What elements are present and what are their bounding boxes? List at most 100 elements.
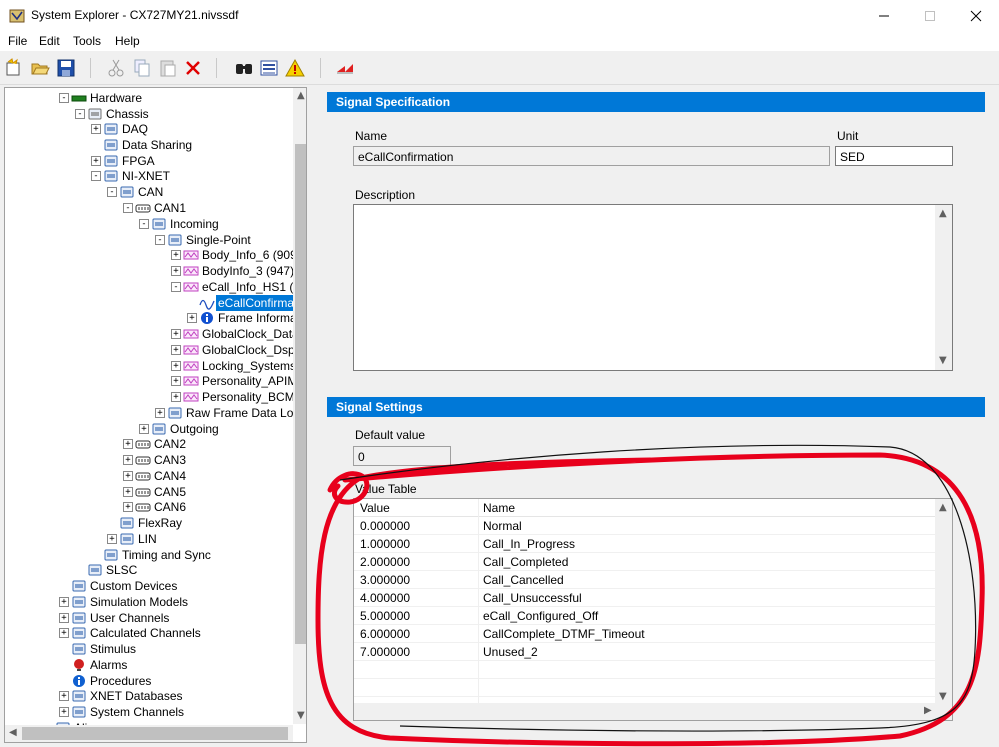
maximize-button[interactable] — [907, 0, 953, 31]
tree-hscroll-thumb[interactable] — [22, 727, 288, 740]
scroll-down-icon[interactable]: ▼ — [297, 710, 305, 721]
table-row[interactable]: 2.000000 Call_Completed — [354, 553, 936, 571]
expand-icon[interactable]: + — [59, 597, 69, 607]
expand-icon[interactable]: + — [171, 266, 181, 276]
slsc-icon — [88, 564, 102, 576]
tree-item-label: Raw Frame Data Log — [186, 406, 301, 420]
expand-icon[interactable]: + — [59, 613, 69, 623]
collapse-icon[interactable]: - — [59, 93, 69, 103]
tree-item-label: LIN — [138, 532, 157, 546]
minimize-button[interactable] — [861, 0, 907, 31]
expand-icon[interactable]: + — [187, 313, 197, 323]
expand-icon[interactable]: + — [123, 487, 133, 497]
table-row-empty[interactable] — [354, 679, 936, 697]
table-row[interactable]: 1.000000 Call_In_Progress — [354, 535, 936, 553]
menu-tools[interactable]: Tools — [73, 34, 101, 48]
deploy-icon[interactable] — [335, 58, 355, 78]
expand-icon[interactable]: + — [59, 628, 69, 638]
table-row[interactable]: 4.000000 Call_Unsuccessful — [354, 589, 936, 607]
unit-field[interactable]: SED — [835, 146, 953, 166]
scroll-right-icon[interactable]: ▶ — [924, 705, 932, 716]
table-cell-value: 5.000000 — [360, 609, 411, 623]
ni-xnet-icon — [104, 170, 118, 182]
tree-item-label: FlexRay — [138, 516, 183, 530]
table-row[interactable]: 6.000000 CallComplete_DTMF_Timeout — [354, 625, 936, 643]
tree-item-label: DAQ — [122, 122, 149, 136]
find-icon[interactable] — [234, 58, 254, 78]
open-icon[interactable] — [30, 58, 50, 78]
system-tree[interactable]: - Hardware - Chassis + DAQ Data Sharing + FPGA - N… — [4, 87, 307, 743]
tree-item-label: Procedures — [90, 674, 152, 688]
collapse-icon[interactable]: - — [107, 187, 117, 197]
tree-item-label: GlobalClock_Data — [202, 327, 299, 341]
new-icon[interactable] — [4, 58, 24, 78]
column-header-value[interactable]: Value — [360, 501, 390, 515]
collapse-icon[interactable]: - — [91, 171, 101, 181]
column-header-name[interactable]: Name — [483, 501, 515, 515]
expand-icon[interactable]: + — [171, 250, 181, 260]
expand-icon[interactable]: + — [171, 392, 181, 402]
expand-icon[interactable]: + — [91, 124, 101, 134]
tree-item-label: Hardware — [90, 91, 143, 105]
scroll-down-icon[interactable]: ▼ — [939, 691, 947, 702]
expand-icon[interactable]: + — [91, 156, 101, 166]
delete-icon[interactable] — [183, 58, 203, 78]
expand-icon[interactable]: + — [171, 329, 181, 339]
save-icon[interactable] — [56, 58, 76, 78]
collapse-icon[interactable]: - — [123, 203, 133, 213]
copy-icon[interactable] — [132, 58, 152, 78]
warning-icon[interactable] — [285, 58, 305, 78]
description-scrollbar[interactable]: ▲ ▼ — [935, 205, 952, 370]
expand-icon[interactable]: + — [59, 707, 69, 717]
menu-help[interactable]: Help — [115, 34, 140, 48]
scroll-up-icon[interactable]: ▲ — [939, 502, 947, 513]
tree-vertical-scrollbar[interactable]: ▲ ▼ — [293, 88, 306, 724]
expand-icon[interactable]: + — [123, 439, 133, 449]
table-row[interactable]: 7.000000 Unused_2 — [354, 643, 936, 661]
flexray-icon — [120, 517, 134, 529]
tree-item-label: Incoming — [170, 217, 219, 231]
collapse-icon[interactable]: - — [155, 235, 165, 245]
tree-item-label: CAN3 — [154, 453, 187, 467]
table-cell-value: 7.000000 — [360, 645, 411, 659]
table-row[interactable]: 0.000000 Normal — [354, 517, 936, 535]
name-field[interactable]: eCallConfirmation — [353, 146, 830, 166]
default-value-field[interactable]: 0 — [353, 446, 451, 466]
collapse-icon[interactable]: - — [139, 219, 149, 229]
tree-horizontal-scrollbar[interactable]: ◀ — [5, 725, 293, 742]
menu-file[interactable]: File — [8, 34, 27, 48]
scroll-down-icon[interactable]: ▼ — [939, 355, 947, 366]
collapse-icon[interactable]: - — [75, 109, 85, 119]
value-table-vertical-scrollbar[interactable]: ▲ ▼ — [935, 499, 952, 705]
menu-edit[interactable]: Edit — [39, 34, 60, 48]
scroll-up-icon[interactable]: ▲ — [297, 90, 305, 101]
scroll-up-icon[interactable]: ▲ — [939, 208, 947, 219]
description-field[interactable]: ▲ ▼ — [353, 204, 953, 371]
table-cell-value: 0.000000 — [360, 519, 411, 533]
window-title: System Explorer - CX727MY21.nivssdf — [31, 8, 239, 22]
default-value-label: Default value — [355, 428, 426, 442]
raw-frame-icon — [168, 407, 182, 419]
close-button[interactable] — [953, 0, 999, 31]
value-table[interactable]: Value Name 0.000000 Normal 1.000000 Call_In… — [353, 498, 953, 721]
cut-icon[interactable] — [106, 58, 126, 78]
table-row[interactable]: 3.000000 Call_Cancelled — [354, 571, 936, 589]
expand-icon[interactable]: + — [123, 471, 133, 481]
expand-icon[interactable]: + — [139, 424, 149, 434]
tree-scroll-thumb[interactable] — [295, 144, 306, 644]
value-table-horizontal-scrollbar[interactable]: ▶ — [354, 703, 952, 720]
table-row[interactable]: 5.000000 eCall_Configured_Off — [354, 607, 936, 625]
expand-icon[interactable]: + — [123, 502, 133, 512]
expand-icon[interactable]: + — [155, 408, 165, 418]
scroll-left-icon[interactable]: ◀ — [9, 727, 17, 738]
expand-icon[interactable]: + — [171, 361, 181, 371]
expand-icon[interactable]: + — [171, 345, 181, 355]
expand-icon[interactable]: + — [107, 534, 117, 544]
expand-icon[interactable]: + — [171, 376, 181, 386]
expand-icon[interactable]: + — [123, 455, 133, 465]
expand-icon[interactable]: + — [59, 691, 69, 701]
properties-icon[interactable] — [259, 58, 279, 78]
paste-icon[interactable] — [158, 58, 178, 78]
collapse-icon[interactable]: - — [171, 282, 181, 292]
table-row-empty[interactable] — [354, 661, 936, 679]
